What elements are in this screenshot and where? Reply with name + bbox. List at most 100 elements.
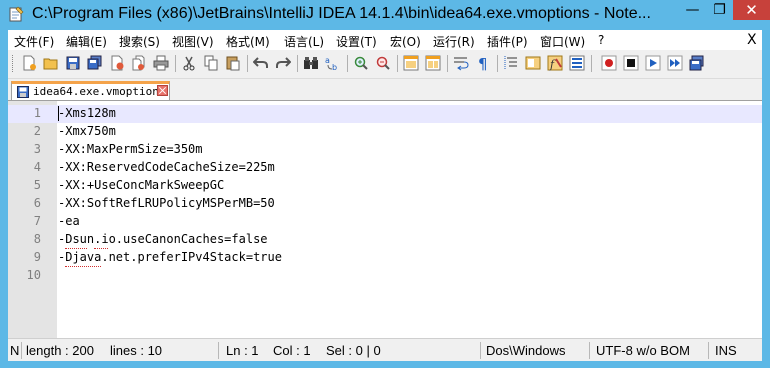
zoom-out-icon[interactable] (374, 54, 392, 72)
editor-lines: 1 -Xms128m 2 -Xmx750m 3 -XX:MaxPermSize=… (8, 105, 762, 285)
open-file-icon[interactable] (42, 54, 60, 72)
replace-icon[interactable]: ab (324, 54, 342, 72)
save-all-icon[interactable] (86, 54, 104, 72)
menu-language[interactable]: 语言(L) (284, 33, 324, 50)
line-text[interactable]: -XX:MaxPermSize=350m (58, 142, 203, 156)
status-separator (218, 342, 219, 359)
sync-horizontal-icon[interactable] (424, 54, 442, 72)
editor-line[interactable]: 5 -XX:+UseConcMarkSweepGC (8, 177, 762, 195)
zoom-in-icon[interactable] (352, 54, 370, 72)
menu-format[interactable]: 格式(M) (226, 33, 270, 50)
menu-plugins[interactable]: 插件(P) (487, 33, 528, 50)
function-list-icon[interactable]: f (546, 54, 564, 72)
toolbar-separator (297, 55, 298, 72)
save-macro-icon[interactable] (688, 54, 706, 72)
line-number: 8 (33, 232, 41, 246)
tab-close-icon[interactable] (157, 85, 168, 96)
line-text[interactable]: -Djava.net.preferIPv4Stack=true (58, 250, 282, 264)
line-number: 3 (33, 142, 41, 156)
text-editor[interactable]: 1 -Xms128m 2 -Xmx750m 3 -XX:MaxPermSize=… (8, 100, 762, 339)
line-number: 10 (26, 268, 41, 282)
run-macro-multiple-icon[interactable] (666, 54, 684, 72)
close-window-button[interactable]: ✕ (733, 0, 770, 20)
svg-text:a: a (325, 56, 330, 65)
tab-label: idea64.exe.vmoptions (33, 85, 166, 98)
editor-line[interactable]: 7 -ea (8, 213, 762, 231)
status-encoding[interactable]: UTF-8 w/o BOM (596, 343, 690, 358)
menu-edit[interactable]: 编辑(E) (66, 33, 107, 50)
redo-icon[interactable] (274, 54, 292, 72)
toolbar-separator (497, 55, 498, 72)
editor-line[interactable]: 8 -Dsun.io.useCanonCaches=false (8, 231, 762, 249)
menu-help[interactable]: ? (598, 33, 604, 47)
menu-bar: 文件(F) 编辑(E) 搜索(S) 视图(V) 格式(M) 语言(L) 设置(T… (8, 30, 762, 50)
close-all-icon[interactable] (130, 54, 148, 72)
cut-icon[interactable] (180, 54, 198, 72)
status-mode: N (10, 343, 20, 358)
line-number: 5 (33, 178, 41, 192)
status-eol-format[interactable]: Dos\Windows (486, 343, 565, 358)
tab-idea64-vmoptions[interactable]: idea64.exe.vmoptions (11, 81, 170, 100)
copy-icon[interactable] (202, 54, 220, 72)
status-insert-mode: INS (715, 343, 737, 358)
line-number: 2 (33, 124, 41, 138)
menu-run[interactable]: 运行(R) (433, 33, 475, 50)
status-separator (21, 342, 22, 359)
tab-bar: idea64.exe.vmoptions (8, 79, 762, 100)
minimize-button[interactable]: — (679, 0, 706, 20)
close-document-button[interactable]: X (747, 32, 757, 48)
save-icon[interactable] (64, 54, 82, 72)
indent-guide-icon[interactable] (502, 54, 520, 72)
toolbar: ab ¶ f (8, 50, 762, 79)
menu-window[interactable]: 窗口(W) (540, 33, 585, 50)
editor-line[interactable]: 2 -Xmx750m (8, 123, 762, 141)
paste-icon[interactable] (224, 54, 242, 72)
sync-vertical-icon[interactable] (402, 54, 420, 72)
editor-line[interactable]: 9 -Djava.net.preferIPv4Stack=true (8, 249, 762, 267)
toolbar-separator (347, 55, 348, 72)
find-icon[interactable] (302, 54, 320, 72)
status-length: length : 200 (26, 343, 94, 358)
line-text[interactable]: -Xms128m (58, 106, 116, 120)
stop-macro-icon[interactable] (622, 54, 640, 72)
editor-line[interactable]: 10 (8, 267, 762, 285)
word-wrap-icon[interactable] (452, 54, 470, 72)
folder-workspace-icon[interactable] (568, 54, 586, 72)
line-text[interactable]: -XX:SoftRefLRUPolicyMSPerMB=50 (58, 196, 275, 210)
record-macro-icon[interactable] (600, 54, 618, 72)
menu-search[interactable]: 搜索(S) (119, 33, 160, 50)
title-bar[interactable]: C:\Program Files (x86)\JetBrains\Intelli… (0, 0, 770, 30)
toolbar-grip[interactable] (12, 55, 15, 72)
line-number: 1 (33, 106, 41, 120)
line-text[interactable]: -Xmx750m (58, 124, 116, 138)
editor-line[interactable]: 6 -XX:SoftRefLRUPolicyMSPerMB=50 (8, 195, 762, 213)
menu-macro[interactable]: 宏(O) (390, 33, 421, 50)
status-bar: N length : 200 lines : 10 Ln : 1 Col : 1… (8, 338, 762, 361)
toolbar-separator (591, 55, 592, 72)
play-macro-icon[interactable] (644, 54, 662, 72)
status-lines: lines : 10 (110, 343, 163, 358)
status-line-number: Ln : 1 (226, 343, 259, 358)
status-column: Col : 1 (273, 343, 311, 358)
editor-line-current[interactable]: 1 -Xms128m (8, 105, 762, 123)
menu-settings[interactable]: 设置(T) (336, 33, 377, 50)
line-text[interactable]: -XX:+UseConcMarkSweepGC (58, 178, 224, 192)
new-file-icon[interactable] (20, 54, 38, 72)
line-text[interactable]: -XX:ReservedCodeCacheSize=225m (58, 160, 275, 174)
close-icon[interactable] (108, 54, 126, 72)
line-number: 9 (33, 250, 41, 264)
doc-map-icon[interactable] (524, 54, 542, 72)
menu-file[interactable]: 文件(F) (14, 33, 54, 50)
notepad-plus-plus-window: C:\Program Files (x86)\JetBrains\Intelli… (0, 0, 770, 368)
show-all-chars-icon[interactable]: ¶ (474, 54, 492, 72)
print-icon[interactable] (152, 54, 170, 72)
maximize-button[interactable]: ❐ (706, 0, 733, 20)
toolbar-separator (247, 55, 248, 72)
menu-view[interactable]: 视图(V) (172, 33, 214, 50)
line-text[interactable]: -ea (58, 214, 80, 228)
editor-line[interactable]: 3 -XX:MaxPermSize=350m (8, 141, 762, 159)
status-separator (589, 342, 590, 359)
line-text[interactable]: -Dsun.io.useCanonCaches=false (58, 232, 268, 246)
undo-icon[interactable] (252, 54, 270, 72)
editor-line[interactable]: 4 -XX:ReservedCodeCacheSize=225m (8, 159, 762, 177)
